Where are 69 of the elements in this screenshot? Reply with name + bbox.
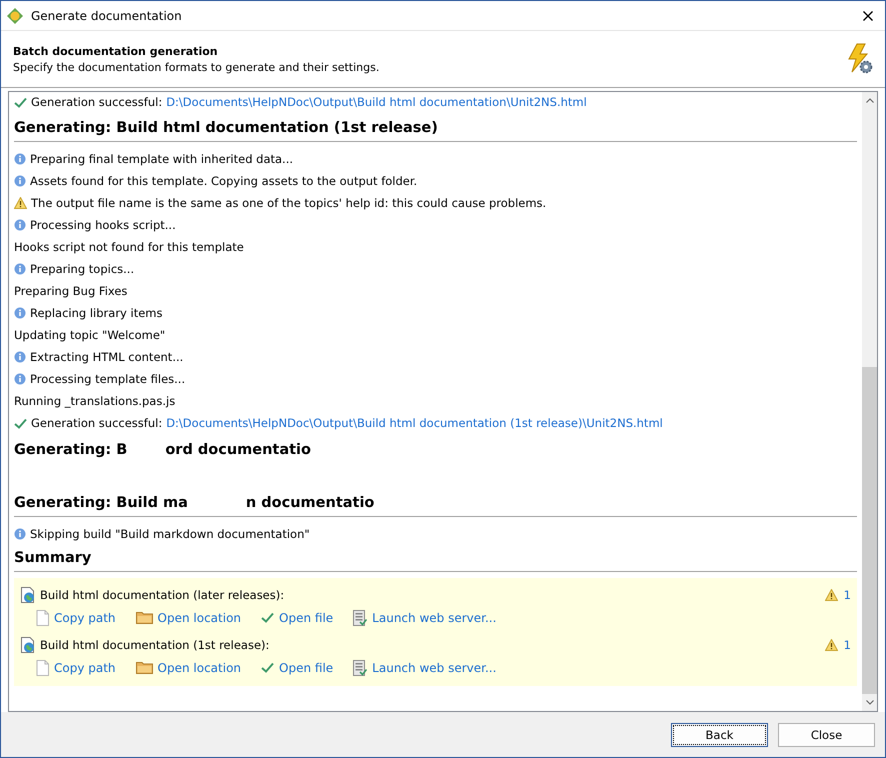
header-title: Batch documentation generation xyxy=(13,44,219,58)
info-icon xyxy=(14,219,26,231)
action-link[interactable]: Open file xyxy=(261,660,334,674)
check-icon xyxy=(14,96,27,108)
section-heading: n documentatio xyxy=(246,494,374,510)
info-icon xyxy=(14,351,26,363)
build-title: Build html documentation (1st release): xyxy=(40,638,270,652)
log-message: Updating topic "Welcome" xyxy=(14,328,166,342)
info-icon xyxy=(14,307,26,319)
section-heading: Generating: B xyxy=(14,442,128,458)
info-icon xyxy=(14,263,26,275)
document-icon xyxy=(36,610,49,626)
scroll-thumb[interactable] xyxy=(862,367,877,694)
action-link[interactable]: Open file xyxy=(261,610,334,624)
warning-icon xyxy=(824,589,838,601)
log-message: Running _translations.pas.js xyxy=(14,394,176,408)
action-link[interactable]: Open location xyxy=(136,610,242,624)
header-subtitle: Specify the documentation formats to generate and their settings. xyxy=(13,60,380,74)
section-heading: Generating: Build ma xyxy=(14,494,188,510)
info-icon xyxy=(14,373,26,385)
check-icon xyxy=(14,418,27,428)
log-label: Generation successful: xyxy=(31,95,162,109)
section-heading: Generating: Build html documentation (1st release) xyxy=(14,114,857,142)
folder-icon xyxy=(136,611,153,624)
log-message: Preparing Bug Fixes xyxy=(14,284,128,298)
log-message: Processing hooks script... xyxy=(30,218,176,232)
document-icon xyxy=(36,660,49,676)
chevron-down-icon xyxy=(866,700,874,705)
section-heading: ord documentatio xyxy=(165,442,311,458)
close-icon xyxy=(863,10,873,20)
log-message: Assets found for this template. Copying assets to the output folder. xyxy=(30,174,418,188)
info-icon xyxy=(14,528,26,540)
folder-icon xyxy=(136,661,153,674)
log-message: Preparing final template with inherited data... xyxy=(30,152,294,166)
build-title: Build html documentation (later releases): xyxy=(40,588,286,602)
app-icon xyxy=(7,8,23,24)
action-link[interactable]: Copy path xyxy=(36,660,116,676)
file-link[interactable]: D:\Documents\HelpNDoc\Output\Build html documentation (1st release)\Unit2NS.html xyxy=(166,416,663,430)
log-message: Preparing topics... xyxy=(30,262,134,276)
section-heading: Summary xyxy=(14,545,857,572)
log-message: Processing template files... xyxy=(30,372,186,386)
warning-count[interactable]: 1 xyxy=(844,638,851,652)
scrollbar[interactable] xyxy=(862,92,877,711)
check-icon xyxy=(261,612,274,623)
log-message: Skipping build "Build markdown documentation" xyxy=(30,527,310,541)
window-title: Generate documentation xyxy=(31,8,183,22)
log-message: The output file name is the same as one of the topics' help id: this could cause problems. xyxy=(31,196,546,210)
chevron-up-icon xyxy=(866,98,874,103)
warning-icon xyxy=(14,197,27,209)
warning-icon xyxy=(824,639,838,651)
action-link[interactable]: Open location xyxy=(136,660,242,674)
action-link[interactable]: Launch web server... xyxy=(353,610,496,626)
info-icon xyxy=(14,175,26,187)
globe-document-icon xyxy=(20,637,36,653)
info-icon xyxy=(14,153,26,165)
file-link[interactable]: D:\Documents\HelpNDoc\Output\Build html documentation\Unit2NS.html xyxy=(166,95,587,109)
action-link[interactable]: Copy path xyxy=(36,610,116,626)
dialog-button[interactable]: Back xyxy=(671,722,768,746)
log-label: Generation successful: xyxy=(31,416,162,430)
action-link[interactable]: Launch web server... xyxy=(353,660,496,676)
server-icon xyxy=(353,660,368,676)
dialog-button[interactable]: Close xyxy=(778,722,875,746)
log-message: Extracting HTML content... xyxy=(30,350,184,364)
server-icon xyxy=(353,610,368,626)
globe-document-icon xyxy=(20,587,36,603)
check-icon xyxy=(261,662,274,673)
log-message: Replacing library items xyxy=(30,306,162,320)
log-message: Hooks script not found for this template xyxy=(14,240,244,254)
warning-count[interactable]: 1 xyxy=(844,588,851,602)
